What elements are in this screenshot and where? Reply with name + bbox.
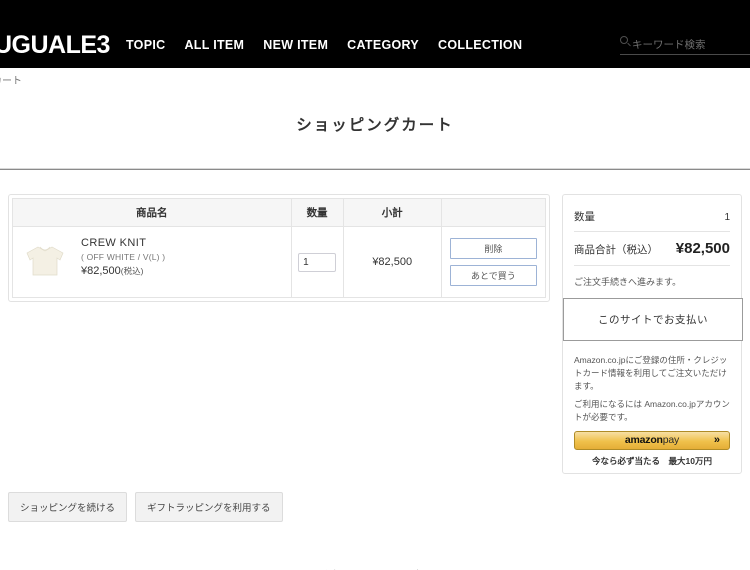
nav-item-new-item[interactable]: NEW ITEM [263,38,328,52]
delete-button[interactable]: 削除 [449,238,537,259]
amazon-description-2: ご利用になるには Amazon.co.jpアカウントが必要です。 [574,398,730,422]
amazon-pay-section: Amazon.co.jpにご登録の住所・クレジットカード情報を利用してご注文いた… [574,341,730,467]
main-navigation: TOPIC ALL ITEM NEW ITEM CATEGORY COLLECT… [126,38,522,52]
summary-qty-row: 数量 1 [574,205,730,232]
column-header-subtotal: 小計 [342,198,442,227]
site-header: UGUALE3 TOPIC ALL ITEM NEW ITEM CATEGORY… [0,22,750,68]
buy-later-button[interactable]: あとで買う [449,265,537,286]
nav-item-collection[interactable]: COLLECTION [438,38,522,52]
main-content: 商品名 数量 小計 CREW KNIT (OFF WHITE / V(L))… [0,170,750,474]
summary-qty-label: 数量 [574,211,595,223]
table-row: CREW KNIT ( OFF WHITE / V(L) ) ¥82,500(税… [12,226,547,298]
quantity-input[interactable] [298,252,337,272]
checkout-note: ご注文手続きへ進みます。 [574,277,682,287]
cell-actions: 削除 あとで買う [440,226,547,298]
column-header-qty: 数量 [290,198,344,227]
sweater-icon [26,246,64,276]
product-price: ¥82,500(税込) [81,265,165,277]
cart-column: 商品名 数量 小計 CREW KNIT (OFF WHITE / V(L))… [8,194,550,302]
summary-column: 数量 1 商品合計（税込） ¥82,500 ご注文手続きへ進みます。 このサイト… [562,194,743,474]
site-logo[interactable]: UGUALE3 [0,31,110,60]
cart-actions: ショッピングを続ける ギフトラッピングを利用する [0,474,750,522]
summary-qty-value: 1 [724,212,730,223]
nav-item-category[interactable]: CATEGORY [347,38,419,52]
search-container [620,35,750,55]
product-thumbnail[interactable] [19,235,71,289]
cart-panel: 商品名 数量 小計 CREW KNIT (OFF WHITE / V(L))… [8,194,550,302]
column-header-actions [440,198,547,227]
search-input[interactable] [620,39,750,55]
order-summary-panel: 数量 1 商品合計（税込） ¥82,500 ご注文手続きへ進みます。 このサイト… [562,194,743,474]
product-price-tax-note: (税込) [120,266,144,276]
summary-total-label: 商品合計（税込） [574,244,658,256]
cart-header-row: 商品名 数量 小計 [12,198,547,227]
checkout-button[interactable]: このサイトでお支払い [563,298,743,341]
product-variant: ( OFF WHITE / V(L) ) [81,252,166,262]
breadcrumb-current[interactable]: カート [0,72,22,87]
page-title-area: ショッピングカート [0,90,750,158]
product-price-value: ¥82,500 [81,265,121,277]
cart-table: 商品名 数量 小計 CREW KNIT (OFF WHITE / V(L))… [12,198,547,298]
cell-subtotal: ¥82,500 [342,226,442,298]
cell-qty [290,226,344,298]
amazon-promo-text: 今なら必ず当たる 最大10万円 [592,455,712,466]
amazon-description-1: Amazon.co.jpにご登録の住所・クレジットカード情報を利用してご注文いた… [574,355,728,392]
nav-item-all-item[interactable]: ALL ITEM [184,38,244,52]
nav-item-topic[interactable]: TOPIC [126,38,165,52]
product-name[interactable]: CREW KNIT [81,237,165,249]
chevron-right-icon: » [713,434,720,447]
breadcrumb: カート [0,68,750,90]
summary-total-row: 商品合計（税込） ¥82,500 [574,232,730,266]
summary-total-value: ¥82,500 [675,240,730,257]
top-strip [0,0,750,22]
column-header-name: 商品名 [12,198,292,227]
search-icon [620,36,628,44]
continue-shopping-button[interactable]: ショッピングを続ける [8,491,128,522]
amazon-pay-button[interactable]: amazonpay » [574,430,730,450]
page-title: ショッピングカート [296,117,454,134]
amazon-pay-text: pay [662,434,680,447]
recently-viewed-title: 最近チェックした商品 [0,522,750,570]
gift-wrapping-button[interactable]: ギフトラッピングを利用する [135,491,283,522]
amazon-pay-logo: amazonpay [625,434,679,446]
amazon-brand-text: amazon [624,434,663,447]
cell-product: CREW KNIT ( OFF WHITE / V(L) ) ¥82,500(税… [12,226,292,298]
